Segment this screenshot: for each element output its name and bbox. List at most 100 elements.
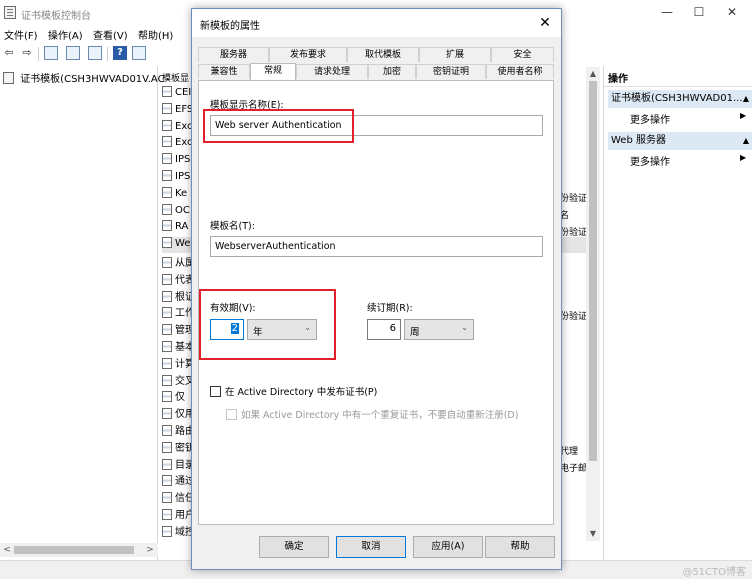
toolbar-separator <box>38 47 39 61</box>
renewal-unit-value: 周 <box>410 327 420 338</box>
renewal-period-input[interactable]: 6 <box>367 319 401 340</box>
console-tree-icon[interactable] <box>44 46 58 60</box>
collapse-up-icon[interactable]: ▲ <box>743 132 749 150</box>
certificate-template-icon <box>162 237 172 249</box>
certificate-template-icon <box>162 119 172 131</box>
renewal-period-value: 6 <box>389 323 396 334</box>
intended-purpose-text: 份验证 <box>560 312 588 322</box>
actions-group-web-server-label: Web 服务器 <box>611 135 666 146</box>
menu-file[interactable]: 文件(F) <box>4 27 38 42</box>
export-list-icon[interactable] <box>88 46 102 60</box>
certificate-templates-icon <box>3 72 14 84</box>
more-actions-templates[interactable]: 更多操作 ▶ <box>630 111 746 126</box>
watermark: @51CTO博客 <box>682 567 746 578</box>
submenu-arrow-icon: ▶ <box>740 153 747 162</box>
menu-view[interactable]: 查看(V) <box>93 27 128 42</box>
dialog-close-icon[interactable]: ✕ <box>535 13 555 33</box>
scroll-right-icon[interactable]: > <box>144 543 156 557</box>
minimize-button[interactable]: — <box>657 4 677 20</box>
submenu-arrow-icon: ▶ <box>740 111 747 120</box>
toolbar-separator <box>107 47 108 61</box>
cancel-button[interactable]: 取消 <box>336 536 406 558</box>
intended-purpose-text: 代理 <box>560 447 579 457</box>
tab-server[interactable]: 服务器 <box>198 47 269 62</box>
list-item-label: Exc <box>175 137 193 149</box>
tab-general[interactable]: 常规 <box>250 63 296 80</box>
template-name-input[interactable]: WebserverAuthentication <box>210 236 543 257</box>
list-vertical-scrollbar[interactable]: ▲ ▼ <box>586 67 600 541</box>
tab-issuance-requirements[interactable]: 发布要求 <box>269 47 347 62</box>
list-item-label: Ke <box>175 187 188 199</box>
scroll-thumb[interactable] <box>589 81 597 461</box>
more-actions-label: 更多操作 <box>630 157 670 168</box>
tab-cryptography[interactable]: 加密 <box>368 64 416 79</box>
list-item-label: RA <box>175 221 189 233</box>
tab-compatibility[interactable]: 兼容性 <box>198 64 250 79</box>
annotation-highlight-display-name <box>203 109 354 143</box>
scroll-left-icon[interactable]: < <box>1 543 13 557</box>
certificate-template-icon <box>162 391 172 403</box>
actions-group-web-server[interactable]: Web 服务器 ▲ <box>608 132 752 150</box>
no-auto-reenroll-label: 如果 Active Directory 中有一个重复证书，不要自动重新注册(D) <box>241 410 519 421</box>
back-arrow-icon[interactable]: ⇦ <box>2 46 16 60</box>
more-actions-web-server[interactable]: 更多操作 ▶ <box>630 153 746 168</box>
certificate-template-icon <box>162 509 172 520</box>
tab-security[interactable]: 安全 <box>491 47 554 62</box>
tree-horizontal-scrollbar[interactable]: < > <box>0 543 158 557</box>
publish-in-ad-checkbox[interactable]: 在 Active Directory 中发布证书(P) <box>210 384 377 398</box>
checkbox-box[interactable] <box>226 409 237 420</box>
certificate-template-icon <box>162 408 172 420</box>
tree-root-label: 证书模板(CSH3HWVAD01V.AC <box>20 74 165 85</box>
certificate-console-icon <box>4 6 16 19</box>
certificate-template-icon <box>162 458 172 470</box>
certificate-template-icon <box>162 273 172 285</box>
list-item-label: CEI <box>175 87 192 98</box>
tree-root-node[interactable]: 证书模板(CSH3HWVAD01V.AC <box>3 70 165 85</box>
tab-request-handling[interactable]: 请求处理 <box>296 64 368 79</box>
list-item-label: IPS <box>175 171 191 182</box>
list-item-label: OC <box>175 204 190 216</box>
forward-arrow-icon[interactable]: ⇨ <box>20 46 34 60</box>
dialog-title-bar: 新模板的属性 ✕ <box>192 9 561 37</box>
tab-extensions[interactable]: 扩展 <box>419 47 491 62</box>
certificate-template-icon <box>162 441 172 453</box>
certificate-template-icon <box>162 492 172 504</box>
dialog-title: 新模板的属性 <box>200 21 260 32</box>
renewal-unit-select[interactable]: 周 ⌄ <box>404 319 474 340</box>
certificate-template-icon <box>162 257 172 268</box>
close-button[interactable]: ✕ <box>722 4 742 20</box>
more-actions-label: 更多操作 <box>630 115 670 126</box>
no-auto-reenroll-checkbox[interactable]: 如果 Active Directory 中有一个重复证书，不要自动重新注册(D) <box>226 407 518 421</box>
certificate-template-icon <box>162 425 172 436</box>
tab-subject-name[interactable]: 使用者名称 <box>486 64 554 79</box>
list-item-label: IPS <box>175 154 191 166</box>
certificate-template-icon <box>162 170 172 181</box>
list-item-label: We <box>175 238 191 250</box>
console-tree-pane: 证书模板(CSH3HWVAD01V.AC <box>0 66 165 560</box>
menu-action[interactable]: 操作(A) <box>48 27 83 42</box>
certificate-template-icon <box>162 307 172 319</box>
collapse-up-icon[interactable]: ▲ <box>743 90 749 108</box>
certificate-template-icon <box>162 290 172 302</box>
checkbox-box[interactable] <box>210 386 221 397</box>
scroll-down-icon[interactable]: ▼ <box>586 527 600 541</box>
window-title: 证书模板控制台 <box>21 11 91 22</box>
actions-group-templates[interactable]: 证书模板(CSH3HWVAD01... ▲ <box>608 90 752 108</box>
certificate-template-icon <box>162 186 172 198</box>
list-column-header[interactable]: 模板显 <box>162 71 189 84</box>
tab-superseded-templates[interactable]: 取代模板 <box>347 47 419 62</box>
scroll-thumb[interactable] <box>14 546 134 554</box>
menu-help[interactable]: 帮助(H) <box>138 27 173 42</box>
certificate-template-icon <box>162 153 172 165</box>
action-pane-icon[interactable] <box>132 46 146 60</box>
help-button[interactable]: 帮助 <box>485 536 555 558</box>
apply-button[interactable]: 应用(A) <box>413 536 483 558</box>
scroll-up-icon[interactable]: ▲ <box>586 67 600 81</box>
properties-icon[interactable] <box>66 46 80 60</box>
chevron-down-icon: ⌄ <box>461 323 468 332</box>
certificate-template-icon <box>162 341 172 352</box>
help-icon[interactable]: ? <box>113 46 127 60</box>
maximize-button[interactable]: ☐ <box>689 4 709 20</box>
ok-button[interactable]: 确定 <box>259 536 329 558</box>
tab-key-attestation[interactable]: 密钥证明 <box>416 64 486 79</box>
